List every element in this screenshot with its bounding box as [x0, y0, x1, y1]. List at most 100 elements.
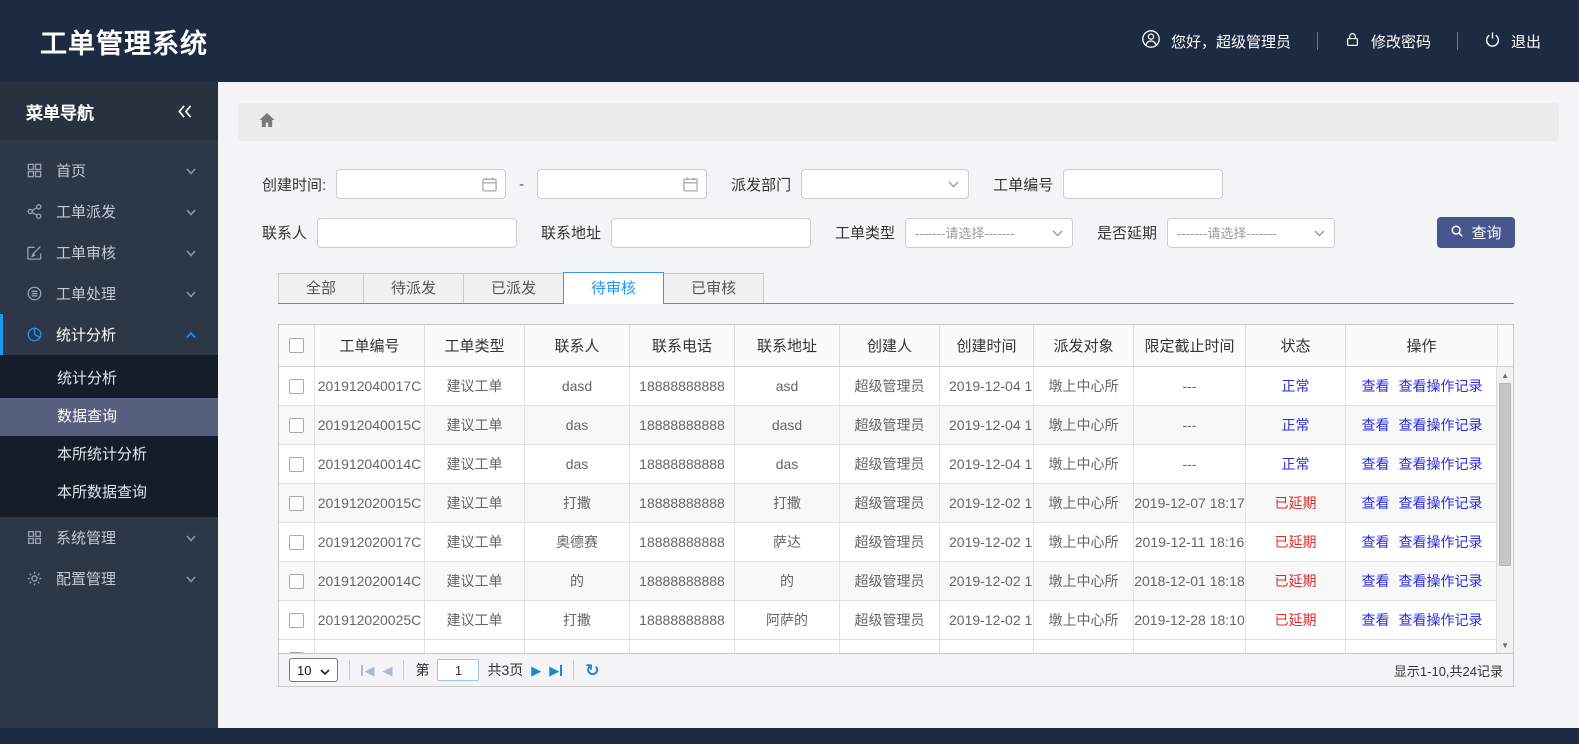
sidebar-item-process[interactable]: 工单处理: [0, 273, 218, 314]
sidebar: 菜单导航 首页 工单派发 工单审核 工单处理 统计分析 统计分析 数据查询 本所…: [0, 82, 218, 728]
view-link[interactable]: 查看: [1362, 376, 1390, 396]
sidebar-subitem-data-query[interactable]: 数据查询: [0, 398, 218, 436]
dispatch-target-cell: 墩上中心所: [1034, 601, 1134, 639]
collapse-sidebar-button[interactable]: [176, 104, 194, 119]
sidebar-item-dispatch[interactable]: 工单派发: [0, 191, 218, 232]
view-link[interactable]: 查看: [1362, 610, 1390, 630]
column-header: 联系人: [525, 325, 630, 366]
calendar-icon[interactable]: [481, 176, 498, 193]
prev-page-button[interactable]: ◀: [382, 664, 392, 677]
order-no-cell: 201912020025C: [315, 601, 425, 639]
scrollbar-thumb[interactable]: [1499, 383, 1512, 566]
next-page-button[interactable]: ▶: [531, 664, 541, 677]
tab-reviewed[interactable]: 已审核: [663, 273, 765, 303]
page-number-input[interactable]: [437, 659, 480, 681]
select-all-checkbox[interactable]: [289, 338, 304, 353]
view-link[interactable]: 查看: [1362, 532, 1390, 552]
view-log-link[interactable]: 查看操作记录: [1399, 493, 1483, 513]
created-time-cell: 2019-12-04 15: [940, 406, 1034, 444]
search-button[interactable]: 查询: [1437, 217, 1515, 248]
address-input[interactable]: [611, 217, 812, 248]
contact-cell: dasd: [525, 367, 630, 405]
chevron-down-icon: [1052, 224, 1063, 242]
sidebar-item-review[interactable]: 工单审核: [0, 232, 218, 273]
contact-cell: 的: [525, 562, 630, 600]
actions-cell: 查看 查看操作记录: [1346, 484, 1496, 522]
sidebar-item-config[interactable]: 配置管理: [0, 558, 218, 599]
sidebar-item-system[interactable]: 系统管理: [0, 517, 218, 558]
sidebar-item-home[interactable]: 首页: [0, 150, 218, 191]
sidebar-item-statistics[interactable]: 统计分析: [0, 314, 218, 355]
chevron-down-icon: [320, 663, 331, 678]
created-time-cell: 2019-12-02 16: [940, 484, 1034, 522]
deadline-cell: 2019-12-07 18:17: [1134, 484, 1246, 522]
scroll-up-icon[interactable]: ▲: [1497, 368, 1513, 382]
calendar-icon[interactable]: [682, 176, 699, 193]
home-icon[interactable]: [258, 111, 276, 134]
row-checkbox[interactable]: [289, 534, 304, 550]
view-link[interactable]: 查看: [1362, 454, 1390, 474]
tab-pending-dispatch[interactable]: 待派发: [363, 273, 465, 303]
row-checkbox-cell: [279, 523, 315, 561]
view-link[interactable]: 查看: [1362, 571, 1390, 591]
deadline-cell: 2019-12-28 18:10: [1134, 601, 1246, 639]
row-checkbox[interactable]: [289, 378, 304, 394]
contact-input[interactable]: [317, 217, 518, 248]
view-link[interactable]: 查看: [1362, 493, 1390, 513]
power-icon: [1484, 31, 1501, 52]
row-checkbox[interactable]: [289, 495, 304, 511]
page-size-select[interactable]: 10: [289, 658, 339, 682]
creator-cell: 超级管理员: [840, 484, 940, 522]
tab-dispatched[interactable]: 已派发: [463, 273, 565, 303]
tab-all[interactable]: 全部: [278, 273, 365, 303]
view-log-link[interactable]: 查看操作记录: [1399, 415, 1483, 435]
user-greeting-label: 您好，超级管理员: [1170, 33, 1291, 51]
row-checkbox[interactable]: [289, 651, 304, 653]
logout-button[interactable]: 退出: [1484, 31, 1541, 52]
view-log-link[interactable]: 查看操作记录: [1399, 454, 1483, 474]
refresh-icon[interactable]: ↻: [585, 662, 599, 679]
last-page-button[interactable]: ▶: [549, 664, 563, 677]
row-checkbox[interactable]: [289, 417, 304, 433]
create-time-end-input[interactable]: [537, 169, 708, 199]
phone-cell: 18888888888: [630, 562, 735, 600]
sidebar-subitem-statistics-analysis[interactable]: 统计分析: [0, 360, 218, 398]
order-no-label: 工单编号: [993, 176, 1054, 194]
scroll-down-icon[interactable]: ▼: [1497, 638, 1513, 652]
actions-cell: 查看 查看操作记录: [1346, 562, 1496, 600]
table-row: 201912020025C 建议工单 打撒 18888888888 阿萨的 超级管理员 20…: [279, 601, 1497, 640]
order-no-cell: 201912020014C: [315, 562, 425, 600]
table-row: 201912040014C 建议工单 das 18888888888 das 超级管理员 2…: [279, 445, 1497, 484]
row-checkbox-cell: [279, 484, 315, 522]
column-header: 派发对象: [1034, 325, 1134, 366]
delay-select[interactable]: -------请选择-------: [1167, 217, 1336, 248]
view-log-link[interactable]: 查看操作记录: [1399, 610, 1483, 630]
address-cell: 萨达: [735, 523, 840, 561]
row-checkbox[interactable]: [289, 612, 304, 628]
total-pages-label: 共3页: [487, 662, 524, 678]
status-cell: 正常: [1246, 445, 1346, 483]
first-page-button[interactable]: ◀: [361, 664, 374, 677]
tab-pending-review[interactable]: 待审核: [563, 272, 665, 304]
create-time-start-input[interactable]: [336, 169, 507, 199]
topbar-divider: [1316, 32, 1318, 50]
sidebar-subitem-branch-data-query[interactable]: 本所数据查询: [0, 474, 218, 512]
view-log-link[interactable]: 查看操作记录: [1399, 571, 1483, 591]
view-log-link[interactable]: 查看操作记录: [1399, 532, 1483, 552]
row-checkbox[interactable]: [289, 573, 304, 589]
view-link[interactable]: 查看: [1362, 415, 1390, 435]
change-password-button[interactable]: 修改密码: [1344, 31, 1431, 52]
delay-placeholder: -------请选择-------: [1177, 226, 1277, 241]
sidebar-subitem-branch-statistics[interactable]: 本所统计分析: [0, 436, 218, 474]
table-scrollbar[interactable]: ▲ ▼: [1496, 367, 1513, 653]
main-content: 创建时间: - 派发部门 工单编号 联系人 联系地址 工单类型 -------请…: [218, 82, 1579, 728]
chevron-down-icon: [184, 164, 198, 178]
chevron-down-icon: [1314, 224, 1325, 242]
row-checkbox[interactable]: [289, 456, 304, 472]
dispatch-dept-select[interactable]: [801, 169, 970, 199]
lock-icon: [1344, 31, 1361, 52]
view-log-link[interactable]: 查看操作记录: [1399, 376, 1483, 396]
order-no-input[interactable]: [1063, 169, 1224, 199]
order-type-cell: 建议工单: [425, 523, 525, 561]
order-type-select[interactable]: -------请选择-------: [905, 217, 1074, 248]
